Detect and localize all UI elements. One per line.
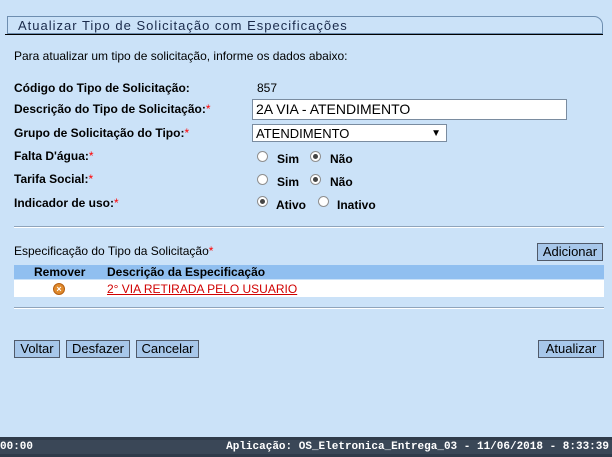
title-frame: Atualizar Tipo de Solicitação com Especi… [7,16,603,34]
grupo-selected-value: ATENDIMENTO [256,126,350,141]
tarifa-social-sim-radio[interactable] [257,174,268,185]
codigo-value: 857 [257,81,278,95]
status-app-info: Aplicação: OS_Eletronica_Entrega_03 - 11… [226,441,609,453]
page-title: Atualizar Tipo de Solicitação com Especi… [18,18,348,33]
grupo-select[interactable]: ATENDIMENTO ▼ [252,124,447,142]
cancelar-button[interactable]: Cancelar [136,340,199,358]
tarifa-social-label: Tarifa Social:* [14,172,94,186]
section-divider [14,226,604,228]
intro-text: Para atualizar um tipo de solicitação, i… [14,49,348,63]
remove-x-icon[interactable]: × [53,283,65,295]
descricao-input[interactable]: 2A VIA - ATENDIMENTO [252,99,567,120]
indicador-ativo-label: Ativo [276,198,306,212]
codigo-label: Código do Tipo de Solicitação: [14,81,190,95]
form-panel: Atualizar Tipo de Solicitação com Especi… [0,0,611,436]
especificacao-label: Especificação do Tipo da Solicitação* [14,244,214,258]
indicador-uso-label: Indicador de uso:* [14,196,119,210]
indicador-inativo-radio[interactable] [318,196,329,207]
desfazer-button[interactable]: Desfazer [66,340,130,358]
especificacao-link[interactable]: 2° VIA RETIRADA PELO USUARIO [107,282,297,296]
status-time: 00:00 [0,441,34,453]
adicionar-button[interactable]: Adicionar [537,243,603,261]
status-bar: 00:00 Aplicação: OS_Eletronica_Entrega_0… [0,437,612,457]
indicador-ativo-radio[interactable] [257,196,268,207]
especificacao-table-header: Remover Descrição da Especificação [14,265,604,279]
atualizar-button[interactable]: Atualizar [538,340,604,358]
indicador-inativo-label: Inativo [337,198,376,212]
falta-agua-nao-radio[interactable] [310,151,321,162]
descricao-label: Descrição do Tipo de Solicitação:* [14,102,211,116]
col-remover: Remover [34,265,86,279]
falta-agua-sim-label: Sim [277,152,300,166]
status-bar-inner: 00:00 Aplicação: OS_Eletronica_Entrega_0… [0,440,612,454]
tarifa-social-sim-label: Sim [277,175,300,189]
tarifa-social-nao-radio[interactable] [310,174,321,185]
voltar-button[interactable]: Voltar [14,340,60,358]
title-bar: Atualizar Tipo de Solicitação com Especi… [5,14,603,35]
dropdown-arrow-icon: ▼ [431,128,441,139]
falta-agua-nao-label: Não [330,152,353,166]
table-divider [14,307,604,309]
falta-agua-sim-radio[interactable] [257,151,268,162]
tarifa-social-nao-label: Não [330,175,353,189]
falta-agua-label: Falta D'água:* [14,149,94,163]
col-descricao: Descrição da Especificação [107,265,266,279]
grupo-label: Grupo de Solicitação do Tipo:* [14,126,190,140]
table-row: × 2° VIA RETIRADA PELO USUARIO [14,280,604,297]
